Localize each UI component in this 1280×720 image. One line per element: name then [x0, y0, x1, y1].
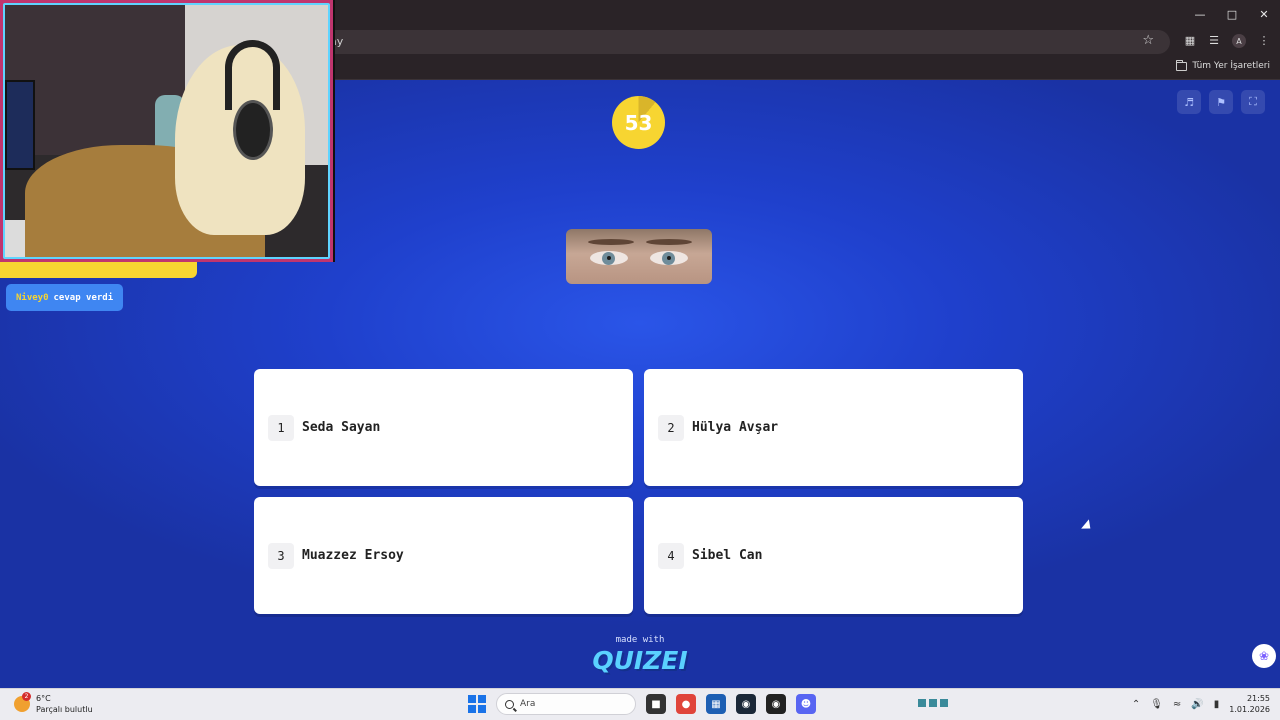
game-controls: ♬ ⚑ ⛶	[1177, 90, 1265, 114]
weather-badge: 2	[22, 692, 31, 701]
maximize-icon[interactable]: □	[1216, 0, 1248, 28]
answered-notification: Nivey0 cevap verdi	[6, 284, 124, 311]
mouse-cursor-icon	[1081, 519, 1095, 534]
notification-strip	[0, 262, 197, 278]
timer-value: 53	[624, 110, 653, 135]
microphone-icon[interactable]: 🎙	[1150, 699, 1163, 710]
chevron-up-icon[interactable]: ⌃	[1132, 699, 1140, 710]
answer-option-2[interactable]: 2 Hülya Avşar	[644, 369, 1023, 486]
clock-date: 1.01.2026	[1229, 705, 1270, 714]
weather-desc: Parçalı bulutlu	[36, 705, 93, 714]
system-tray: ⌃ 🎙 ≈ 🔊 ▮ 21:55 1.01.2026	[1132, 693, 1270, 715]
discord-icon[interactable]: ☻	[796, 694, 816, 714]
windows-start-icon[interactable]	[468, 695, 486, 713]
answer-number: 2	[658, 414, 684, 441]
answer-number: 3	[268, 542, 294, 569]
steam-icon[interactable]: ◉	[736, 694, 756, 714]
taskbar-search[interactable]: Ara	[496, 693, 636, 715]
answer-text: Sibel Can	[692, 548, 763, 563]
assistant-widget-icon[interactable]: ❀	[1252, 644, 1276, 668]
file-explorer-icon[interactable]: ■	[646, 694, 666, 714]
taskbar-preview-icons	[918, 699, 948, 707]
answer-option-4[interactable]: 4 Sibel Can	[644, 497, 1023, 614]
answer-option-1[interactable]: 1 Seda Sayan	[254, 369, 633, 486]
cam-headphone	[233, 100, 273, 160]
all-bookmarks-button[interactable]: Tüm Yer İşaretleri	[1176, 59, 1270, 71]
question-image	[566, 229, 712, 284]
taskbar-apps: Ara ■ ● ▦ ◉ ◉ ☻	[468, 693, 816, 715]
made-with-label: made with	[615, 635, 665, 645]
profile-avatar[interactable]: A	[1232, 34, 1246, 48]
bookmark-star-icon[interactable]: ☆	[1142, 33, 1154, 48]
taskbar-clock[interactable]: 21:55 1.01.2026	[1229, 693, 1270, 715]
answer-number: 4	[658, 542, 684, 569]
media-control-icon[interactable]: ☰	[1208, 34, 1220, 47]
folder-icon	[1176, 59, 1188, 71]
close-icon[interactable]: ✕	[1248, 0, 1280, 28]
obs-icon[interactable]: ◉	[766, 694, 786, 714]
flag-icon[interactable]: ⚑	[1209, 90, 1233, 114]
sound-icon[interactable]: ♬	[1177, 90, 1201, 114]
answered-text: cevap verdi	[53, 292, 114, 303]
weather-icon: 2	[14, 692, 31, 712]
answer-text: Hülya Avşar	[692, 420, 779, 435]
clock-time: 21:55	[1246, 694, 1270, 703]
eye-right	[650, 251, 688, 265]
extensions-icon[interactable]: ▦	[1184, 34, 1196, 47]
volume-icon[interactable]: 🔊	[1191, 699, 1203, 710]
search-placeholder: Ara	[520, 699, 536, 709]
weather-temp: 6°C	[36, 694, 51, 703]
answered-username: Nivey0	[16, 292, 49, 303]
answer-option-3[interactable]: 3 Muazzez Ersoy	[254, 497, 633, 614]
countdown-timer: 53	[612, 96, 665, 149]
minimize-icon[interactable]: —	[1184, 0, 1216, 28]
answer-options: 1 Seda Sayan 2 Hülya Avşar 3 Muazzez Ers…	[254, 369, 1023, 614]
toolbar-icons: ▦ ☰ A ⋮	[1184, 34, 1270, 48]
window-controls: — □ ✕	[1184, 0, 1280, 28]
quizei-logo[interactable]: QUIZEI	[560, 646, 720, 675]
webcam-overlay	[0, 0, 335, 262]
eyebrow-right	[646, 239, 692, 245]
eye-left	[590, 251, 628, 265]
store-icon[interactable]: ▦	[706, 694, 726, 714]
wifi-icon[interactable]: ≈	[1173, 699, 1181, 710]
weather-text: 6°C Parçalı bulutlu	[36, 693, 93, 715]
menu-icon[interactable]: ⋮	[1258, 34, 1270, 47]
fullscreen-icon[interactable]: ⛶	[1241, 90, 1265, 114]
all-bookmarks-label: Tüm Yer İşaretleri	[1192, 61, 1270, 71]
chrome-icon[interactable]: ●	[676, 694, 696, 714]
answer-text: Muazzez Ersoy	[302, 548, 404, 563]
answer-text: Seda Sayan	[302, 420, 381, 435]
answer-number: 1	[268, 414, 294, 441]
windows-taskbar: 2 6°C Parçalı bulutlu Ara ■ ● ▦ ◉ ◉ ☻ ⌃ …	[0, 688, 1280, 720]
search-icon	[505, 699, 514, 709]
cam-monitor	[5, 80, 35, 170]
battery-icon[interactable]: ▮	[1214, 699, 1220, 710]
address-bar[interactable]: ay ☆	[300, 30, 1170, 54]
webcam-feed	[3, 3, 330, 259]
weather-widget[interactable]: 2 6°C Parçalı bulutlu	[14, 692, 93, 715]
eyebrow-left	[588, 239, 634, 245]
